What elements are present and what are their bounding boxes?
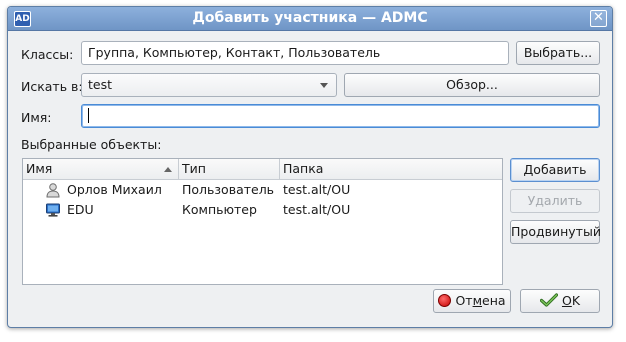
classes-label: Классы:: [21, 47, 74, 62]
ok-label-end: K: [571, 293, 581, 308]
row-type: Компьютер: [182, 202, 257, 217]
search-in-dropdown[interactable]: test: [81, 73, 337, 97]
search-in-label: Искать в:: [21, 79, 83, 94]
column-header-type[interactable]: Тип: [179, 159, 280, 180]
computer-icon: [46, 203, 60, 217]
cancel-label-end: ена: [482, 293, 506, 308]
selected-objects-label: Выбранные объекты:: [21, 137, 162, 152]
column-header-name-label: Имя: [26, 161, 53, 176]
close-icon: ✕: [593, 10, 604, 25]
cancel-icon: [438, 294, 452, 307]
row-name: EDU: [67, 202, 94, 217]
cancel-mnemonic: м: [472, 293, 483, 308]
column-header-name[interactable]: Имя: [23, 159, 179, 180]
advanced-button[interactable]: Продвинутый: [510, 220, 601, 244]
text-caret: [88, 108, 89, 123]
window-title: Добавить участника — ADMC: [192, 10, 428, 26]
ok-button[interactable]: OK: [520, 289, 600, 313]
name-label: Имя:: [21, 110, 52, 125]
browse-button[interactable]: Обзор...: [344, 73, 600, 97]
select-classes-button[interactable]: Выбрать...: [516, 41, 600, 65]
selected-objects-table[interactable]: Имя Тип Папка Орлов Михаил Пользователь …: [22, 158, 503, 285]
classes-value: Группа, Компьютер, Контакт, Пользователь: [88, 45, 381, 60]
add-member-dialog: AD Добавить участника — ADMC ✕ Классы: Г…: [7, 6, 613, 328]
table-row[interactable]: EDU Компьютер test.alt/OU: [23, 200, 502, 220]
title-bar[interactable]: AD Добавить участника — ADMC ✕: [8, 7, 612, 31]
user-icon: [46, 183, 60, 198]
column-header-type-label: Тип: [182, 161, 206, 176]
column-header-folder[interactable]: Папка: [280, 159, 504, 180]
sort-ascending-icon: [164, 167, 172, 172]
chevron-down-icon: [320, 83, 328, 88]
row-type: Пользователь: [182, 182, 275, 197]
table-row[interactable]: Орлов Михаил Пользователь test.alt/OU: [23, 180, 502, 200]
row-name: Орлов Михаил: [67, 182, 162, 197]
name-input[interactable]: [81, 104, 600, 128]
search-in-value: test: [88, 77, 113, 92]
add-button[interactable]: Добавить: [510, 158, 600, 182]
ok-mnemonic: O: [561, 293, 572, 308]
table-header: Имя Тип Папка: [23, 159, 502, 180]
cancel-label-start: От: [455, 293, 473, 308]
close-button[interactable]: ✕: [590, 10, 607, 27]
column-header-folder-label: Папка: [283, 161, 324, 176]
cancel-button[interactable]: Отмена: [433, 289, 511, 313]
classes-field[interactable]: Группа, Компьютер, Контакт, Пользователь: [81, 41, 509, 65]
row-folder: test.alt/OU: [283, 202, 351, 217]
row-folder: test.alt/OU: [283, 182, 351, 197]
checkmark-icon: [539, 293, 558, 307]
remove-button[interactable]: Удалить: [510, 189, 600, 213]
